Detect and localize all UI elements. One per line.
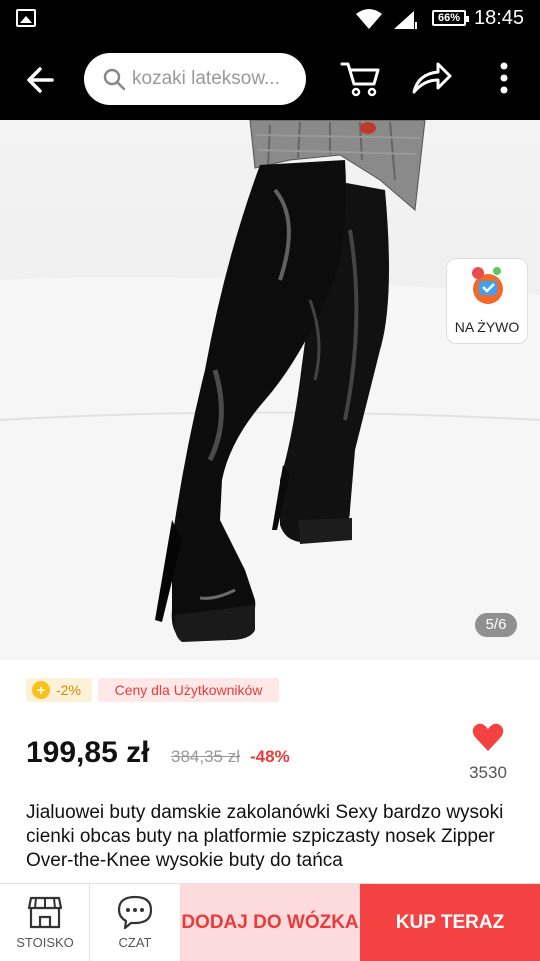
bottom-action-bar: STOISKO CZAT DODAJ DO WÓZKA KUP TERAZ [0, 883, 540, 961]
search-query-text: kozaki lateksow... [132, 68, 280, 89]
product-photo [0, 120, 540, 660]
coin-icon: + [32, 681, 50, 699]
product-title: Jialuowei buty damskie zakolanówki Sexy … [26, 802, 504, 871]
live-stream-label: NA ŻYWO [454, 319, 520, 335]
top-navigation-bar: kozaki lateksow... [0, 38, 540, 120]
chat-label: CZAT [118, 935, 152, 950]
back-arrow-icon[interactable] [22, 60, 62, 100]
heart-icon[interactable] [472, 722, 504, 752]
chat-button[interactable]: CZAT [90, 884, 180, 961]
original-price: 384,35 zł [171, 747, 240, 766]
coin-discount-badge[interactable]: + -2% [26, 678, 92, 702]
image-counter: 5/6 [475, 613, 517, 637]
search-input[interactable]: kozaki lateksow... [84, 53, 306, 105]
store-button[interactable]: STOISKO [0, 884, 90, 961]
chat-icon [117, 895, 153, 930]
cart-icon[interactable] [340, 58, 382, 98]
share-icon[interactable] [410, 58, 454, 98]
battery-indicator: 66% [432, 10, 469, 26]
discount-percent: -48% [250, 747, 290, 766]
coin-discount-value: -2% [56, 682, 81, 698]
wifi-icon [356, 9, 382, 29]
signal-icon [394, 11, 417, 29]
store-icon [27, 896, 63, 929]
status-bar: 66% 18:45 [0, 0, 540, 38]
clock: 18:45 [474, 7, 525, 29]
product-image-gallery[interactable]: NA ŻYWO 5/6 [0, 120, 540, 660]
user-prices-badge[interactable]: Ceny dla Użytkowników [98, 678, 279, 702]
store-label: STOISKO [16, 935, 74, 950]
live-stream-button[interactable]: NA ŻYWO [446, 258, 528, 344]
live-stream-icon [472, 267, 503, 304]
current-price: 199,85 zł [26, 736, 150, 769]
more-options-icon[interactable] [490, 58, 518, 98]
buy-now-button[interactable]: KUP TERAZ [360, 884, 540, 961]
search-icon [103, 68, 126, 91]
wishlist-count: 3530 [469, 763, 507, 782]
add-to-cart-button[interactable]: DODAJ DO WÓZKA [180, 884, 360, 961]
gallery-notification-icon [16, 9, 36, 27]
